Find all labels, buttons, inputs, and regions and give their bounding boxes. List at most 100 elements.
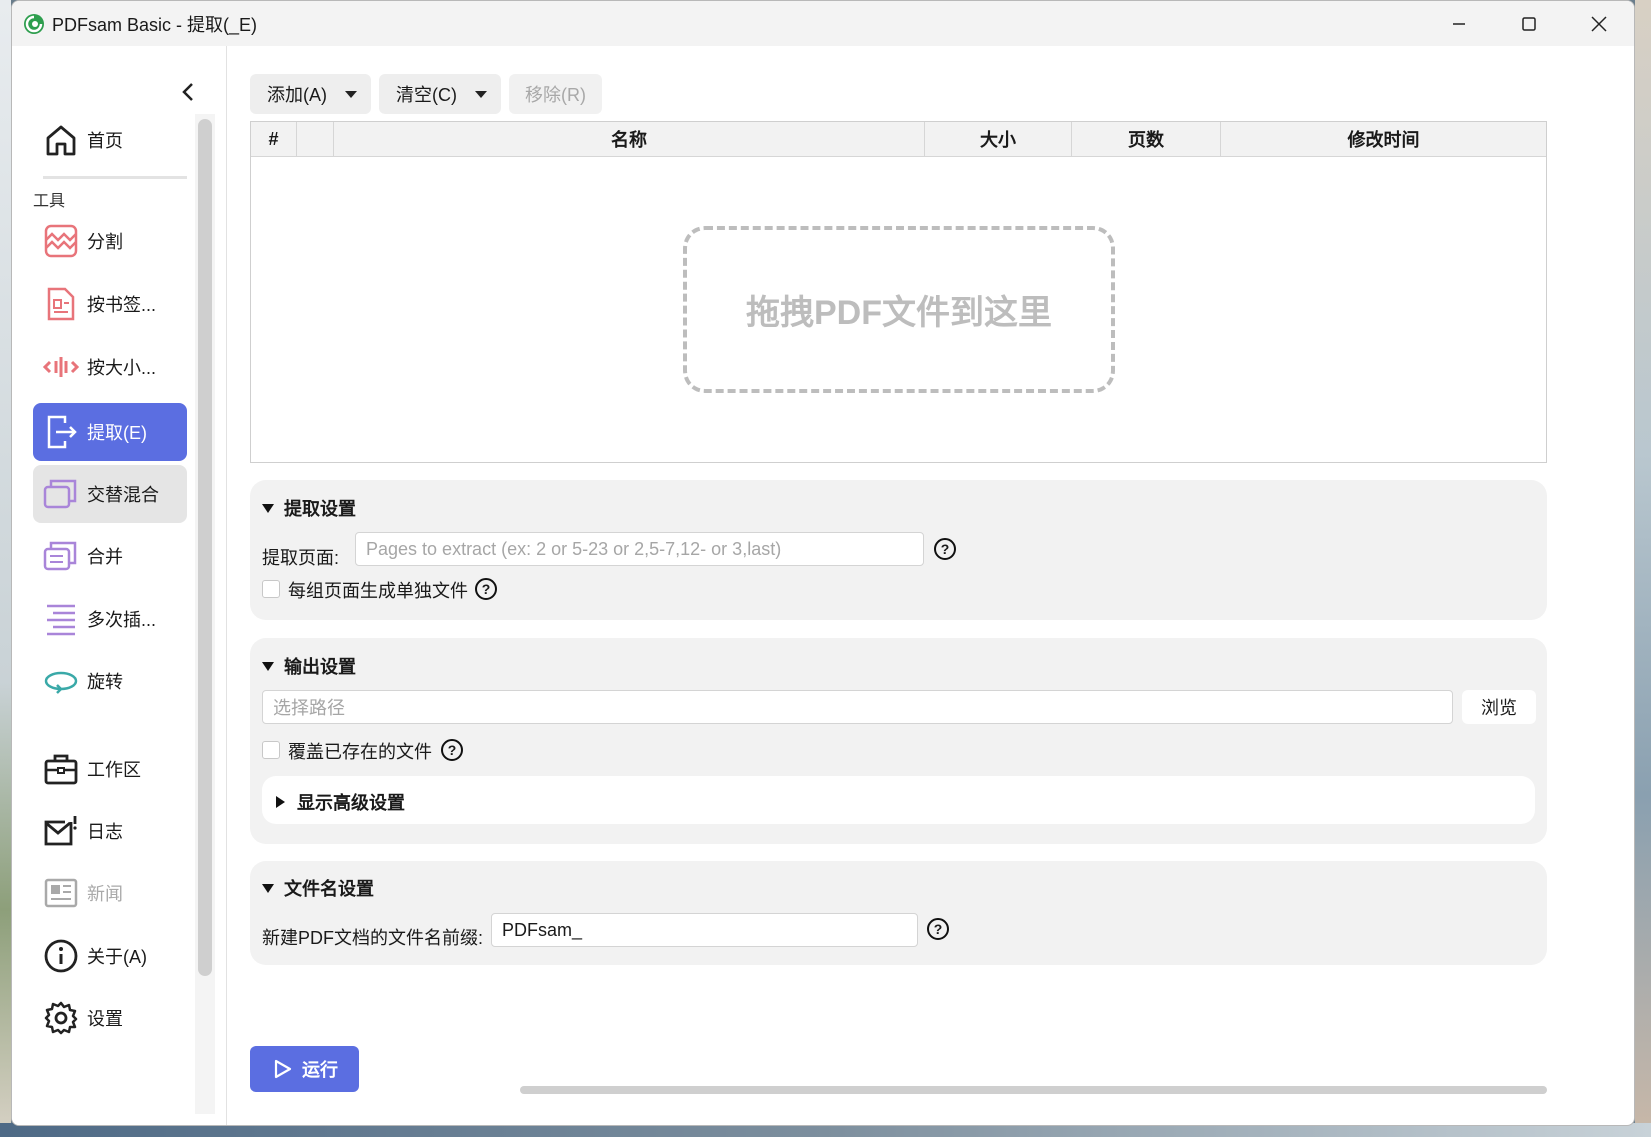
advanced-settings-title: 显示高级设置 — [297, 793, 405, 813]
output-settings-panel: 输出设置 选择路径 浏览 覆盖已存在的文件 ? 显示高级设置 — [250, 638, 1547, 844]
run-button-label: 运行 — [302, 1060, 338, 1080]
app-window: PDFsam Basic - 提取(_E) 首页 工具 分割 按书签... 按大… — [11, 0, 1635, 1126]
sidebar-item-label: 合并 — [87, 547, 123, 567]
pages-input[interactable]: Pages to extract (ex: 2 or 5-23 or 2,5-7… — [355, 532, 924, 566]
split-icon — [41, 221, 81, 261]
minimize-icon — [1453, 22, 1465, 25]
browse-button[interactable]: 浏览 — [1462, 690, 1536, 724]
sidebar-item-label: 新闻 — [87, 884, 123, 904]
sidebar-item-label: 交替混合 — [87, 485, 159, 505]
overwrite-label: 覆盖已存在的文件 — [288, 742, 432, 762]
sidebar-scrollbar[interactable] — [198, 119, 212, 976]
column-header-blank[interactable] — [297, 122, 334, 156]
drop-zone[interactable]: 拖拽PDF文件到这里 — [683, 226, 1115, 393]
advanced-settings-panel[interactable]: 显示高级设置 — [262, 776, 1535, 824]
advanced-settings-header[interactable]: 显示高级设置 — [276, 789, 405, 815]
remove-button[interactable]: 移除(R) — [509, 74, 602, 114]
sidebar-item-merge[interactable]: 合并 — [33, 527, 187, 585]
multiple-insert-icon — [41, 599, 81, 639]
clear-button-label: 清空(C) — [396, 85, 457, 105]
pages-label: 提取页面: — [262, 548, 340, 568]
help-icon[interactable]: ? — [934, 538, 956, 560]
sidebar-item-label: 提取(E) — [87, 423, 147, 443]
dropdown-arrow-icon — [345, 90, 357, 98]
collapse-triangle-icon — [262, 883, 274, 893]
output-path-input[interactable]: 选择路径 — [262, 690, 1453, 724]
expand-triangle-icon — [276, 796, 285, 808]
workspace-icon — [41, 749, 81, 789]
column-header-name[interactable]: 名称 — [334, 122, 925, 156]
collapse-triangle-icon — [262, 503, 274, 513]
filename-settings-title: 文件名设置 — [284, 879, 374, 899]
sidebar-item-label: 首页 — [87, 131, 123, 151]
collapse-triangle-icon — [262, 661, 274, 671]
extract-settings-title: 提取设置 — [284, 499, 356, 519]
sidebar-item-home[interactable]: 首页 — [33, 111, 187, 169]
column-header-pages[interactable]: 页数 — [1072, 122, 1221, 156]
remove-button-label: 移除(R) — [525, 85, 586, 105]
prefix-label: 新建PDF文档的文件名前缀: — [262, 928, 483, 948]
split-by-bookmarks-icon — [41, 284, 81, 324]
main-content: 添加(A) 清空(C) 移除(R) # 名称 大小 页数 修改时间 拖拽PDF文… — [228, 46, 1634, 1125]
filename-settings-header[interactable]: 文件名设置 — [262, 875, 374, 901]
output-settings-header[interactable]: 输出设置 — [262, 653, 356, 679]
close-icon — [1591, 15, 1607, 32]
alternate-mix-icon — [41, 474, 81, 514]
sidebar-divider — [43, 176, 187, 179]
maximize-button[interactable] — [1494, 1, 1564, 46]
desktop-background-left — [0, 0, 11, 1137]
minimize-button[interactable] — [1424, 1, 1494, 46]
window-title: PDFsam Basic - 提取(_E) — [52, 14, 258, 35]
sidebar-item-split[interactable]: 分割 — [33, 212, 187, 270]
column-header-index[interactable]: # — [251, 122, 297, 156]
sidebar-item-label: 设置 — [87, 1009, 123, 1029]
column-header-modified[interactable]: 修改时间 — [1221, 122, 1546, 156]
extract-settings-header[interactable]: 提取设置 — [262, 495, 356, 521]
collapse-sidebar-button[interactable] — [176, 80, 200, 104]
sidebar-item-rotate[interactable]: 旋转 — [33, 652, 187, 710]
file-table[interactable]: # 名称 大小 页数 修改时间 拖拽PDF文件到这里 — [250, 121, 1547, 463]
sidebar-item-split-by-size[interactable]: 按大小... — [33, 338, 187, 396]
overwrite-checkbox[interactable] — [262, 741, 280, 759]
sidebar-item-label: 旋转 — [87, 672, 123, 692]
sidebar-item-multiple-insert[interactable]: 多次插... — [33, 590, 187, 648]
add-button[interactable]: 添加(A) — [250, 74, 371, 114]
horizontal-scrollbar[interactable] — [520, 1086, 1547, 1094]
run-button[interactable]: 运行 — [250, 1046, 359, 1092]
home-icon — [41, 120, 81, 160]
file-toolbar: 添加(A) 清空(C) 移除(R) — [250, 74, 602, 114]
help-icon[interactable]: ? — [475, 578, 497, 600]
sidebar-item-label: 多次插... — [87, 610, 157, 630]
sidebar-item-label: 分割 — [87, 232, 123, 252]
sidebar-item-split-by-bookmarks[interactable]: 按书签... — [33, 275, 187, 333]
sidebar-item-label: 工作区 — [87, 760, 141, 780]
tools-section-label: 工具 — [33, 193, 66, 210]
help-icon[interactable]: ? — [927, 918, 949, 940]
add-button-label: 添加(A) — [267, 85, 327, 105]
sidebar-item-workspace[interactable]: 工作区 — [33, 740, 187, 798]
clear-button[interactable]: 清空(C) — [379, 74, 501, 114]
extract-settings-panel: 提取设置 提取页面: Pages to extract (ex: 2 or 5-… — [250, 480, 1547, 620]
sidebar-item-label: 关于(A) — [87, 947, 147, 967]
help-icon[interactable]: ? — [441, 739, 463, 761]
sidebar-item-settings[interactable]: 设置 — [33, 989, 187, 1047]
column-header-size[interactable]: 大小 — [925, 122, 1072, 156]
sidebar-item-news[interactable]: 新闻 — [33, 864, 187, 922]
filename-settings-panel: 文件名设置 新建PDF文档的文件名前缀: PDFsam_ ? — [250, 861, 1547, 965]
sidebar-item-alternate-mix[interactable]: 交替混合 — [33, 465, 187, 523]
sidebar-item-extract[interactable]: 提取(E) — [33, 403, 187, 461]
split-by-size-icon — [41, 347, 81, 387]
sidebar-item-log[interactable]: 日志 — [33, 802, 187, 860]
rotate-icon — [41, 661, 81, 701]
sidebar-item-about[interactable]: 关于(A) — [33, 927, 187, 985]
close-button[interactable] — [1564, 1, 1634, 46]
info-icon — [41, 936, 81, 976]
prefix-input[interactable]: PDFsam_ — [491, 913, 918, 947]
gear-icon — [41, 998, 81, 1038]
merge-icon — [41, 536, 81, 576]
chevron-left-icon — [182, 83, 193, 101]
extract-icon — [41, 412, 81, 452]
output-settings-title: 输出设置 — [284, 657, 356, 677]
separate-files-checkbox[interactable] — [262, 580, 280, 598]
desktop-background-right — [1635, 0, 1651, 1137]
